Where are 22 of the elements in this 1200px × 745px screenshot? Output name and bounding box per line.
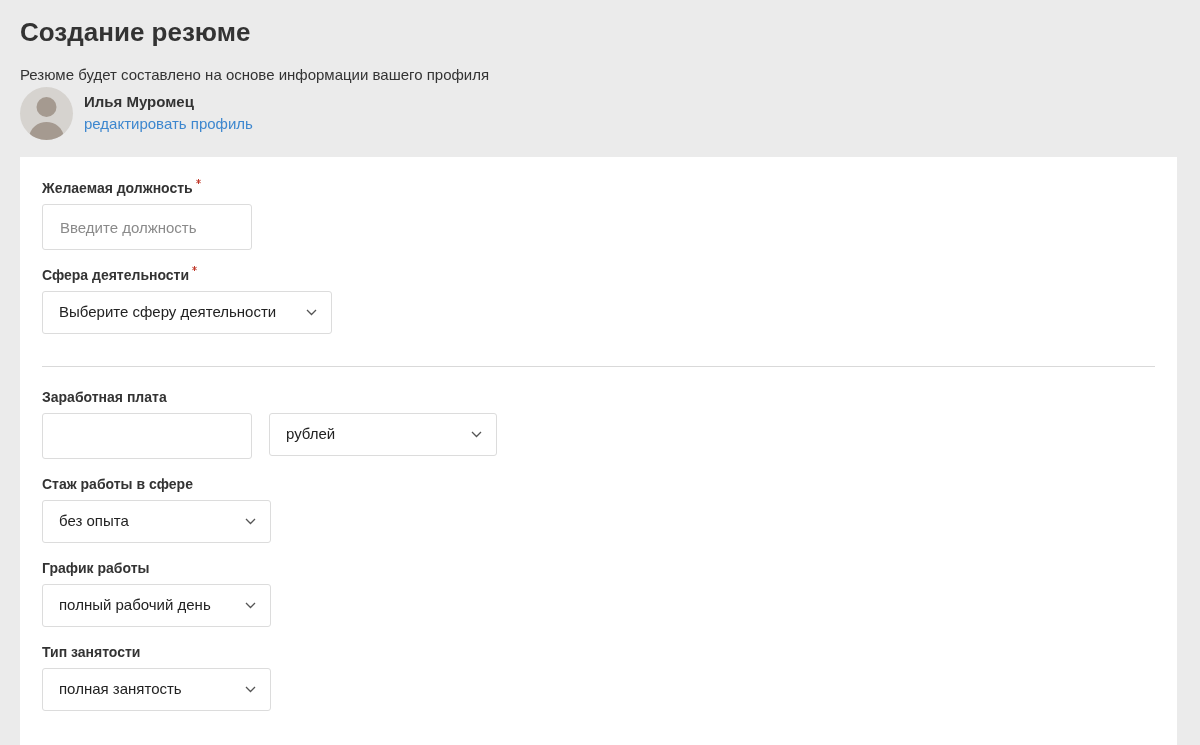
page-subtitle: Резюме будет составлено на основе информации вашего профиля [20,65,490,85]
field-label: График работы [42,559,150,578]
dropdown-select[interactable]: полный рабочий день [42,584,271,627]
page-title: Создание резюме [20,16,251,48]
field-label: Заработная плата [42,388,167,407]
dropdown-select[interactable]: рублей [269,413,497,456]
chevron-down-icon [306,309,317,316]
dropdown-select[interactable]: полная занятость [42,668,271,711]
dropdown-select[interactable]: Выберите сферу деятельности [42,291,332,334]
chevron-down-icon [245,518,256,525]
field-label: Желаемая должность [42,179,193,198]
chevron-down-icon [471,431,482,438]
chevron-down-icon [245,602,256,609]
text-input-field[interactable] [42,413,252,459]
profile-name: Илья Муромец [84,91,194,112]
dropdown-select[interactable]: без опыта [42,500,271,543]
field-label: Сфера деятельности [42,266,190,285]
chevron-down-icon [245,686,256,693]
avatar-icon [20,87,73,140]
text-input-field[interactable]: Введите должность [42,204,252,250]
field-label: Тип занятости [42,643,141,662]
field-label: Стаж работы в сфере [42,475,193,494]
